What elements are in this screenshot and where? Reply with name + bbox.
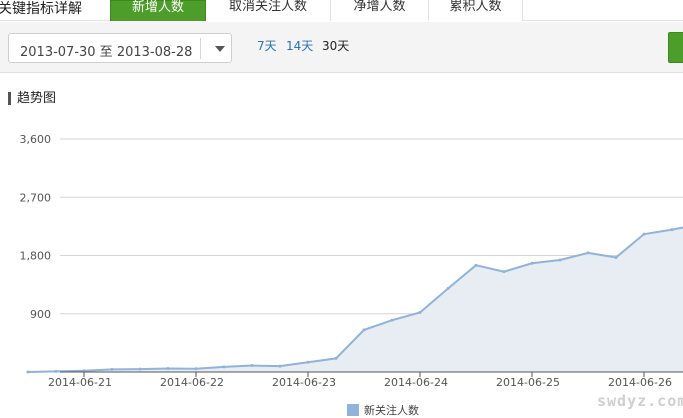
toolbar: 2013-07-30 至 2013-08-28 7天 14天 30天 xyxy=(0,22,683,73)
watermark: swdyz.com xyxy=(597,392,683,410)
data-point xyxy=(642,232,646,236)
tab-net-growth[interactable]: 净增人数 xyxy=(331,0,429,21)
data-point xyxy=(334,356,338,360)
data-point xyxy=(278,364,282,368)
data-point xyxy=(26,370,30,374)
tab-new-followers[interactable]: 新增人数 xyxy=(110,0,206,21)
data-point xyxy=(110,367,114,371)
x-tick-label: 2014-06-26 xyxy=(608,376,672,389)
data-point xyxy=(250,364,254,368)
range-14-days-link[interactable]: 14天 xyxy=(286,37,313,54)
legend-label: 新关注人数 xyxy=(364,404,419,417)
data-point xyxy=(390,318,394,322)
data-point xyxy=(418,310,422,314)
date-range-value: 2013-07-30 至 2013-08-28 xyxy=(20,45,193,60)
data-point xyxy=(166,366,170,370)
x-tick-label: 2014-06-25 xyxy=(496,376,560,389)
tab-cumulative[interactable]: 累积人数 xyxy=(429,0,523,21)
y-tick-label: 900 xyxy=(30,308,51,321)
data-point xyxy=(614,255,618,259)
data-point xyxy=(306,360,310,364)
chart-legend[interactable]: 新关注人数 xyxy=(347,402,419,418)
data-point xyxy=(138,367,142,371)
x-tick-label: 2014-06-23 xyxy=(272,376,336,389)
data-point xyxy=(194,367,198,371)
y-tick-label: 2,700 xyxy=(20,191,52,204)
data-point xyxy=(362,328,366,332)
y-tick-label: 1,800 xyxy=(20,250,52,263)
range-7-days-link[interactable]: 7天 xyxy=(257,37,277,54)
data-point xyxy=(222,365,226,369)
x-tick-label: 2014-06-24 xyxy=(384,376,448,389)
export-button[interactable] xyxy=(668,32,683,63)
data-point xyxy=(446,287,450,291)
data-point xyxy=(502,270,506,274)
section-title: 关键指标详解 xyxy=(0,1,82,17)
data-point xyxy=(474,263,478,267)
series-area xyxy=(28,227,683,372)
legend-swatch xyxy=(347,404,359,416)
trend-chart: 900 1,800 2,700 3,600 2014-06-21 2014-06-22 20… xyxy=(20,133,683,389)
tab-bar: 关键指标详解 新增人数 取消关注人数 净增人数 累积人数 xyxy=(0,0,683,21)
data-point xyxy=(54,369,58,373)
chevron-down-icon[interactable] xyxy=(215,46,225,52)
date-range-picker[interactable]: 2013-07-30 至 2013-08-28 xyxy=(8,33,232,63)
chart-title: 趋势图 xyxy=(8,92,56,105)
data-point xyxy=(530,261,534,265)
date-range-divider xyxy=(200,38,201,59)
x-tick-label: 2014-06-21 xyxy=(48,376,112,389)
data-point xyxy=(586,251,590,255)
data-point xyxy=(558,258,562,262)
y-tick-label: 3,600 xyxy=(20,133,52,146)
range-30-days-link[interactable]: 30天 xyxy=(322,37,349,54)
data-point xyxy=(670,228,674,232)
tab-unfollows[interactable]: 取消关注人数 xyxy=(206,0,331,21)
x-tick-label: 2014-06-22 xyxy=(160,376,224,389)
